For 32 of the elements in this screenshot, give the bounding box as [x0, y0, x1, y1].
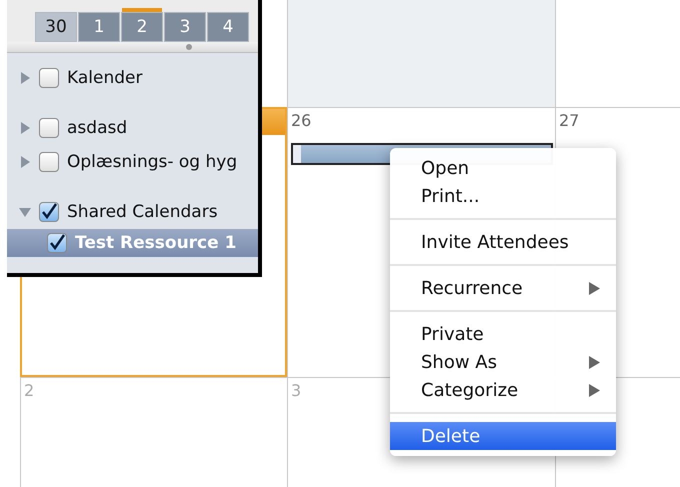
- resize-handle[interactable]: [186, 44, 192, 50]
- checkbox[interactable]: [39, 118, 59, 138]
- checkbox[interactable]: [47, 233, 67, 253]
- checkbox[interactable]: [39, 68, 59, 88]
- calendar-name: Shared Calendars: [67, 202, 218, 222]
- calendar-name: asdasd: [67, 118, 128, 138]
- calendar-list-item[interactable]: Kalender: [7, 61, 258, 95]
- checkbox[interactable]: [39, 152, 59, 172]
- mini-calendar-day[interactable]: 30: [35, 12, 77, 42]
- disclosure-triangle-icon[interactable]: [19, 122, 31, 134]
- menu-item[interactable]: Delete: [390, 422, 616, 450]
- calendar-list-item[interactable]: Shared Calendars: [7, 195, 258, 229]
- menu-item[interactable]: Open: [390, 154, 616, 182]
- calendar-name: Kalender: [67, 68, 142, 88]
- calendar-list-item[interactable]: Oplæsnings- og hyg: [7, 145, 258, 179]
- checkbox[interactable]: [39, 202, 59, 222]
- day-number: 27: [559, 111, 580, 130]
- menu-item[interactable]: Print...: [390, 182, 616, 210]
- day-number: 26: [291, 111, 312, 130]
- menu-item[interactable]: Recurrence: [390, 274, 616, 302]
- disclosure-triangle-icon[interactable]: [19, 206, 31, 218]
- calendar-list-item[interactable]: asdasd: [7, 111, 258, 145]
- menu-item[interactable]: Categorize: [390, 376, 616, 404]
- menu-item[interactable]: Invite Attendees: [390, 228, 616, 256]
- disclosure-triangle-icon[interactable]: [19, 156, 31, 168]
- day-number: 2: [24, 381, 34, 400]
- day-number: 3: [291, 381, 302, 400]
- calendar-name: Oplæsnings- og hyg: [67, 152, 238, 172]
- menu-item[interactable]: Private: [390, 320, 616, 348]
- menu-item[interactable]: Show As: [390, 348, 616, 376]
- calendar-name: Test Ressource 1: [75, 233, 236, 253]
- disclosure-triangle-icon[interactable]: [19, 72, 31, 84]
